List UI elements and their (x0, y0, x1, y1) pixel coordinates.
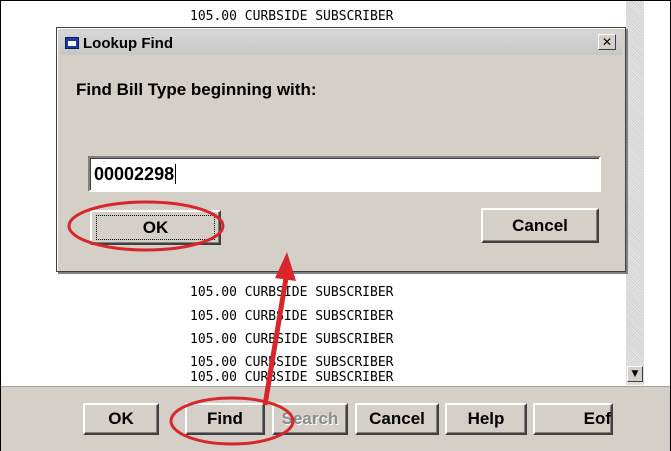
bill-type-input[interactable]: 00002298 (88, 156, 601, 192)
eof-button[interactable]: Eof (533, 403, 613, 435)
help-button[interactable]: Help (445, 403, 527, 435)
lookup-find-dialog: Lookup Find ✕ Find Bill Type beginning w… (56, 27, 626, 272)
text-caret (175, 164, 177, 184)
list-item[interactable]: 105.00 CURBSIDE SUBSCRIBER (190, 9, 394, 25)
search-button: Search (272, 403, 348, 435)
find-button[interactable]: Find (185, 403, 265, 435)
dialog-title: Lookup Find (83, 34, 173, 52)
vertical-scrollbar[interactable] (626, 1, 644, 385)
list-item[interactable]: 105.00 CURBSIDE SUBSCRIBER (190, 332, 394, 348)
scroll-down-arrow-icon[interactable]: ▼ (627, 366, 643, 382)
bottom-button-bar: OK Find Search Cancel Help Eof (1, 386, 670, 451)
list-item[interactable]: 105.00 CURBSIDE SUBSCRIBER (190, 309, 394, 325)
list-item[interactable]: 105.00 CURBSIDE SUBSCRIBER (190, 355, 394, 371)
close-icon[interactable]: ✕ (598, 34, 616, 50)
dialog-cancel-button[interactable]: Cancel (481, 208, 599, 243)
cancel-button[interactable]: Cancel (355, 403, 439, 435)
dialog-ok-button[interactable]: OK (90, 210, 221, 245)
ok-button[interactable]: OK (83, 403, 159, 435)
focus-rectangle (96, 215, 215, 240)
dialog-titlebar[interactable]: Lookup Find ✕ (60, 31, 622, 55)
window-icon (65, 37, 79, 49)
list-item[interactable]: 105.00 CURBSIDE SUBSCRIBER (190, 370, 394, 386)
bill-type-input-value: 00002298 (94, 163, 175, 184)
list-item[interactable]: 105.00 CURBSIDE SUBSCRIBER (190, 285, 394, 301)
find-prompt-label: Find Bill Type beginning with: (76, 80, 317, 99)
